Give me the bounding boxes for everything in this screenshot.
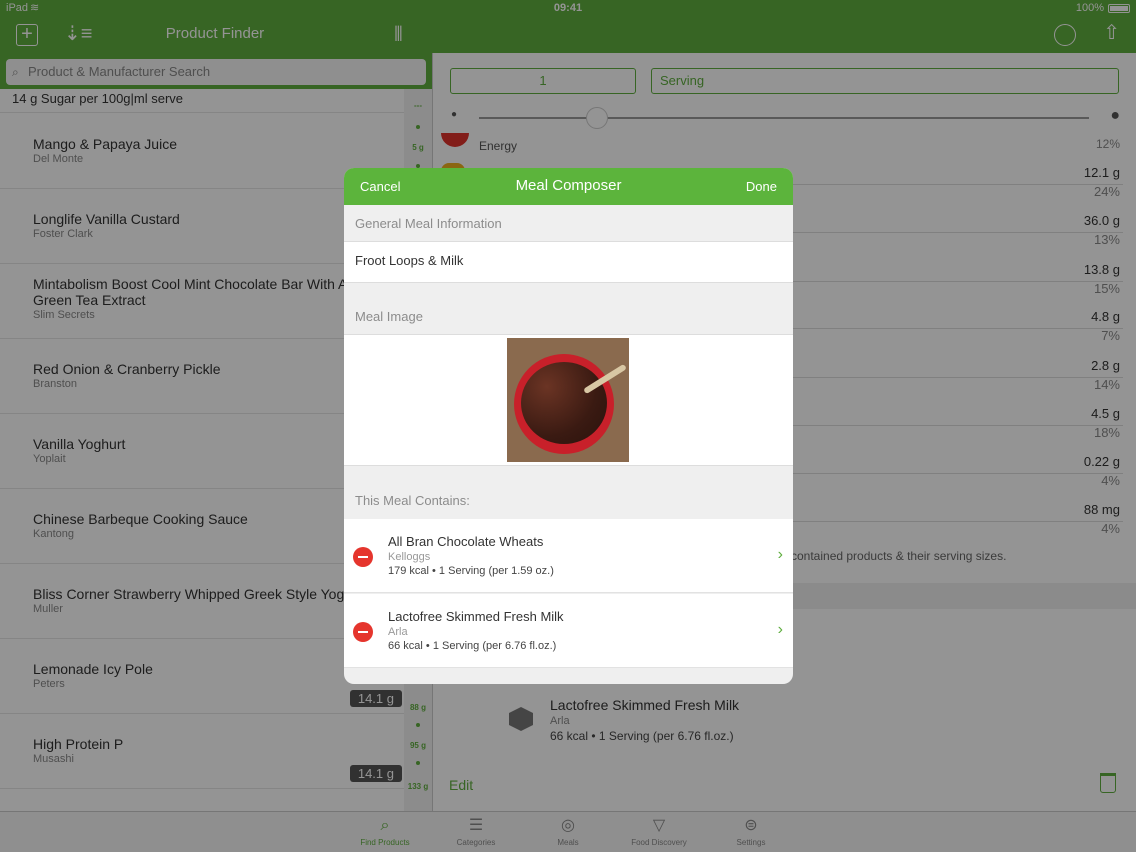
meal-ingredient-row[interactable]: All Bran Chocolate Wheats Kelloggs 179 k… xyxy=(344,519,793,593)
done-button[interactable]: Done xyxy=(746,179,777,194)
chevron-right-icon: › xyxy=(777,621,783,638)
ingredient-info: 179 kcal • 1 Serving (per 1.59 oz.) xyxy=(388,565,554,577)
section-image: Meal Image xyxy=(355,309,423,324)
meal-image-cell[interactable] xyxy=(344,334,793,466)
ingredient-maker: Kelloggs xyxy=(388,551,431,563)
section-general: General Meal Information xyxy=(355,216,502,231)
meal-name-text: Froot Loops & Milk xyxy=(355,253,464,268)
ingredient-info: 66 kcal • 1 Serving (per 6.76 fl.oz.) xyxy=(388,640,557,652)
meal-ingredient-row[interactable]: Lactofree Skimmed Fresh Milk Arla 66 kca… xyxy=(344,594,793,668)
meal-composer-dialog: Cancel Meal Composer Done General Meal I… xyxy=(344,168,793,684)
section-contains: This Meal Contains: xyxy=(355,493,470,508)
meal-photo[interactable] xyxy=(507,338,629,462)
chevron-right-icon: › xyxy=(777,546,783,563)
modal-header: Cancel Meal Composer Done xyxy=(344,168,793,205)
modal-title: Meal Composer xyxy=(515,177,622,194)
ingredient-maker: Arla xyxy=(388,626,408,638)
ingredient-name: All Bran Chocolate Wheats xyxy=(388,534,544,549)
ingredient-name: Lactofree Skimmed Fresh Milk xyxy=(388,609,564,624)
remove-icon[interactable] xyxy=(353,547,373,567)
cereal-shape xyxy=(521,362,607,444)
remove-icon[interactable] xyxy=(353,622,373,642)
meal-name-field[interactable]: Froot Loops & Milk xyxy=(344,241,793,283)
